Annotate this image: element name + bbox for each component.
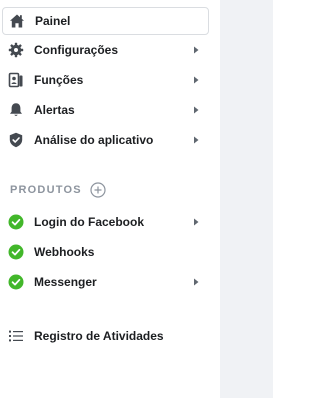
chevron-right-icon [191, 45, 201, 55]
chevron-right-icon [191, 75, 201, 85]
check-circle-icon [8, 214, 24, 230]
products-section-header: PRODUTOS [10, 182, 106, 198]
chevron-right-icon [191, 105, 201, 115]
app-sidebar: Painel Configurações Funções Alertas Aná… [0, 0, 220, 398]
shield-icon [8, 132, 24, 148]
plus-circle-icon [90, 182, 106, 198]
bell-icon [8, 102, 24, 118]
sidebar-item-label: Login do Facebook [34, 215, 144, 229]
sidebar-item-label: Funções [34, 73, 84, 87]
sidebar-item-registro-de-atividades[interactable]: Registro de Atividades [2, 322, 209, 350]
sidebar-item-funcoes[interactable]: Funções [2, 66, 209, 94]
chevron-right-icon [191, 217, 201, 227]
sidebar-item-label: Configurações [34, 43, 119, 57]
sidebar-item-label: Análise do aplicativo [34, 133, 154, 147]
sidebar-item-label: Webhooks [34, 245, 95, 259]
check-circle-icon [8, 274, 24, 290]
sidebar-item-login-do-facebook[interactable]: Login do Facebook [2, 208, 209, 236]
sidebar-item-analise[interactable]: Análise do aplicativo [2, 126, 209, 154]
gear-icon [8, 42, 24, 58]
sidebar-item-label: Alertas [34, 103, 75, 117]
sidebar-item-webhooks[interactable]: Webhooks [2, 238, 209, 266]
sidebar-item-label: Painel [35, 14, 71, 28]
roles-icon [8, 72, 24, 88]
sidebar-item-messenger[interactable]: Messenger [2, 268, 209, 296]
content-pane [220, 0, 273, 398]
sidebar-item-label: Registro de Atividades [34, 329, 164, 343]
sidebar-item-label: Messenger [34, 275, 97, 289]
add-product-button[interactable] [90, 182, 106, 198]
chevron-right-icon [191, 135, 201, 145]
sidebar-item-painel[interactable]: Painel [2, 7, 209, 35]
products-section-title: PRODUTOS [10, 184, 82, 196]
chevron-right-icon [191, 277, 201, 287]
sidebar-item-configuracoes[interactable]: Configurações [2, 36, 209, 64]
list-icon [8, 328, 24, 344]
sidebar-item-alertas[interactable]: Alertas [2, 96, 209, 124]
home-icon [9, 13, 25, 29]
check-circle-icon [8, 244, 24, 260]
